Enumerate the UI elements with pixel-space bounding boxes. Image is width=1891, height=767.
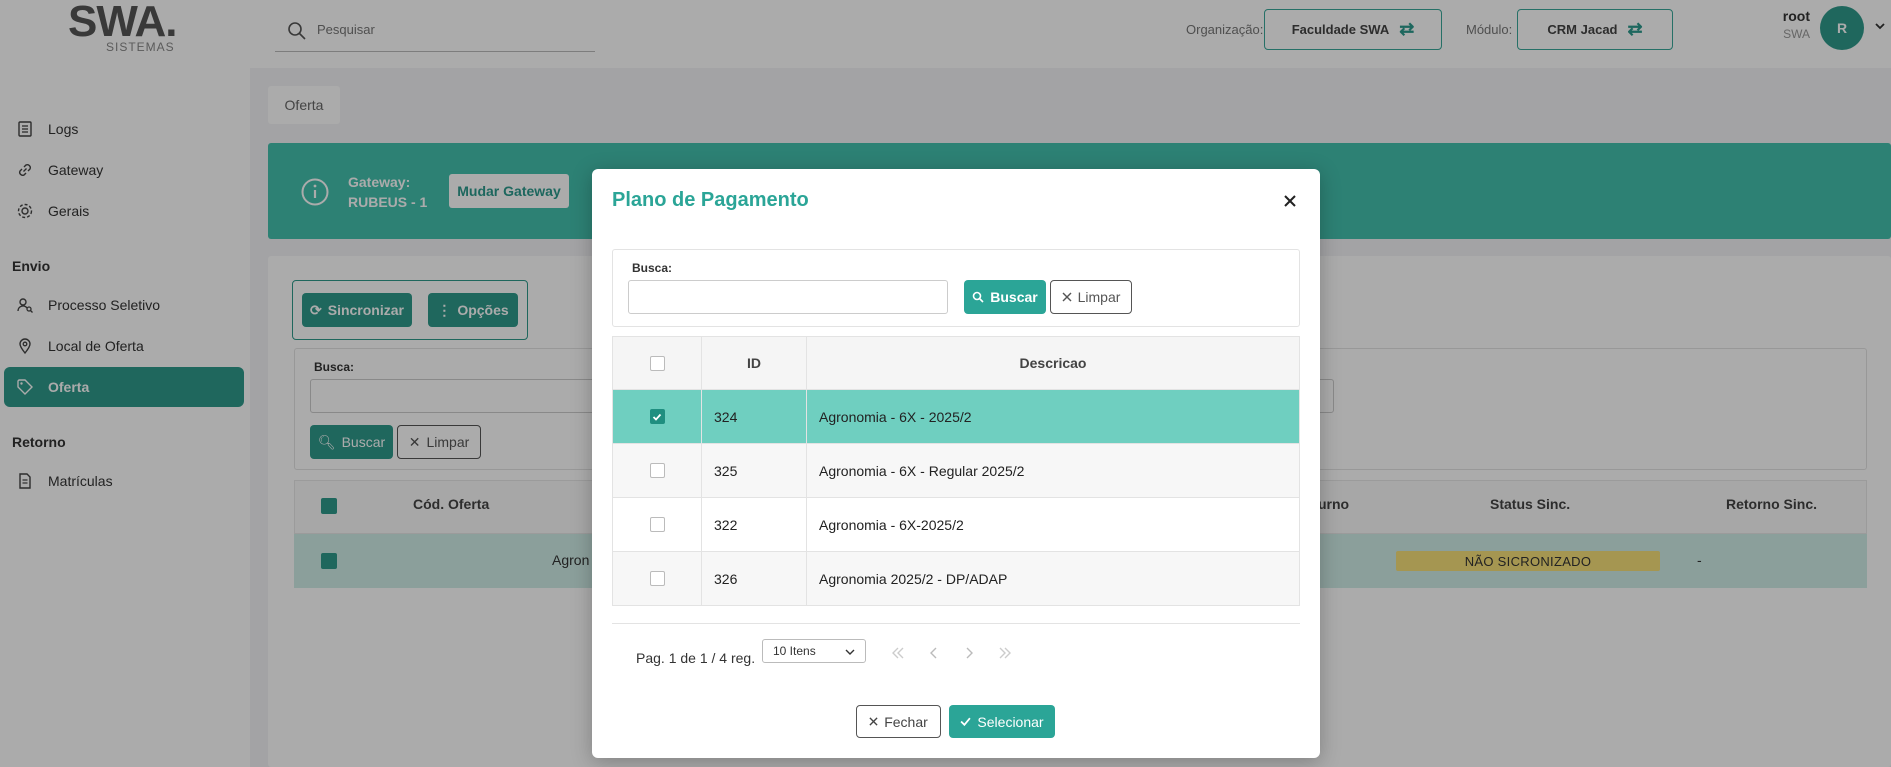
- table-header: ID Descricao: [612, 336, 1300, 390]
- row-checkbox[interactable]: [649, 517, 665, 532]
- search-icon: [972, 291, 984, 303]
- close-button-label: Fechar: [884, 713, 928, 730]
- modal-search-label: Busca:: [632, 261, 673, 275]
- first-page-icon[interactable]: [891, 646, 905, 660]
- row-description: Agronomia 2025/2 - DP/ADAP: [819, 570, 1008, 587]
- close-icon: [869, 717, 878, 726]
- row-checkbox[interactable]: [649, 571, 665, 586]
- pagination-info: Pag. 1 de 1 / 4 reg.: [636, 650, 756, 666]
- modal-search-button-label: Buscar: [990, 289, 1038, 305]
- select-all-cell: [613, 337, 702, 389]
- row-checkbox[interactable]: [649, 463, 665, 478]
- next-page-icon[interactable]: [962, 646, 976, 660]
- row-checkbox-cell: [613, 498, 702, 551]
- column-header-descricao: Descricao: [1019, 355, 1087, 371]
- check-icon: [652, 413, 662, 421]
- table-row[interactable]: 325 Agronomia - 6X - Regular 2025/2: [612, 444, 1300, 498]
- payment-plan-table: ID Descricao 324 Agronomia - 6X - 2025/2…: [612, 336, 1300, 606]
- row-checkbox-cell: [613, 552, 702, 605]
- modal-clear-button[interactable]: Limpar: [1050, 280, 1132, 314]
- modal-search-input[interactable]: [628, 280, 948, 314]
- table-row[interactable]: 322 Agronomia - 6X-2025/2: [612, 498, 1300, 552]
- close-button[interactable]: Fechar: [856, 705, 941, 738]
- modal-title: Plano de Pagamento: [612, 189, 809, 211]
- row-checkbox-cell: [613, 390, 702, 443]
- previous-page-icon[interactable]: [927, 646, 941, 660]
- table-row[interactable]: 324 Agronomia - 6X - 2025/2: [612, 390, 1300, 444]
- close-icon: [1062, 292, 1072, 302]
- modal-clear-button-label: Limpar: [1077, 289, 1121, 305]
- table-row[interactable]: 326 Agronomia 2025/2 - DP/ADAP: [612, 552, 1300, 606]
- row-id: 325: [702, 444, 807, 497]
- select-button-label: Selecionar: [977, 713, 1044, 730]
- page-size-select[interactable]: 10 Itens: [762, 639, 866, 663]
- select-button[interactable]: Selecionar: [949, 705, 1055, 738]
- last-page-icon[interactable]: [998, 646, 1012, 660]
- row-id: 324: [702, 390, 807, 443]
- row-id: 322: [702, 498, 807, 551]
- check-icon: [960, 717, 971, 727]
- row-id: 326: [702, 552, 807, 605]
- row-checkbox[interactable]: [649, 409, 665, 424]
- payment-plan-modal: Plano de Pagamento Busca: Buscar Limpar …: [592, 169, 1320, 758]
- close-icon[interactable]: [1282, 193, 1298, 209]
- column-header-id: ID: [702, 337, 807, 389]
- page-size-value: 10 Itens: [773, 644, 816, 658]
- modal-search-button[interactable]: Buscar: [964, 280, 1046, 314]
- row-description: Agronomia - 6X - 2025/2: [819, 408, 972, 425]
- chevron-down-icon: [845, 649, 855, 655]
- divider: [612, 623, 1300, 624]
- row-description: Agronomia - 6X-2025/2: [819, 516, 964, 533]
- row-description: Agronomia - 6X - Regular 2025/2: [819, 462, 1025, 479]
- select-all-checkbox[interactable]: [649, 355, 665, 371]
- row-checkbox-cell: [613, 444, 702, 497]
